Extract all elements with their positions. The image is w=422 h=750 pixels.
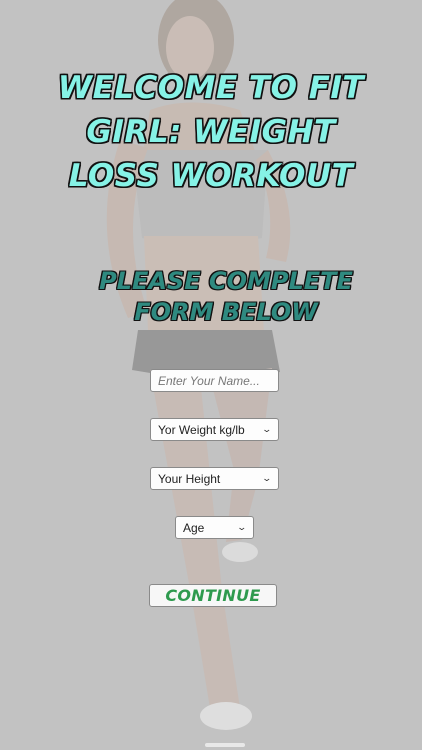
age-select-value: Age xyxy=(183,520,205,535)
welcome-title: WELCOME TO FIT GIRL: WEIGHT LOSS WORKOUT xyxy=(57,70,365,194)
chevron-down-icon: ⌄ xyxy=(236,522,248,532)
form-instruction: PLEASE COMPLETE FORM BELOW xyxy=(99,267,353,326)
welcome-form: WELCOME TO FIT GIRL: WEIGHT LOSS WORKOUT… xyxy=(0,0,422,750)
chevron-down-icon: ⌄ xyxy=(261,424,273,434)
chevron-down-icon: ⌄ xyxy=(261,473,273,483)
home-indicator[interactable] xyxy=(205,743,245,747)
height-select[interactable]: Your Height ⌄ xyxy=(150,467,279,490)
continue-button[interactable]: CONTINUE xyxy=(149,584,277,607)
app-screen: WELCOME TO FIT GIRL: WEIGHT LOSS WORKOUT… xyxy=(0,0,422,750)
name-input[interactable] xyxy=(150,369,279,392)
weight-select-value: Yor Weight kg/lb xyxy=(158,422,245,437)
weight-select[interactable]: Yor Weight kg/lb ⌄ xyxy=(150,418,279,441)
age-select[interactable]: Age ⌄ xyxy=(175,516,254,539)
height-select-value: Your Height xyxy=(158,471,221,486)
